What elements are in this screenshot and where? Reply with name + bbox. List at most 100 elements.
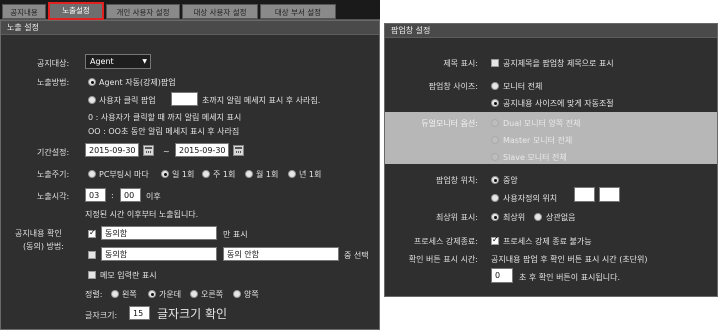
process-kill-checkbox[interactable] [491, 235, 499, 245]
process-kill-option: 프로세스 강제 종료 불가능 [503, 237, 592, 246]
cycle-yearly-radio[interactable] [288, 170, 296, 178]
align-justify-radio[interactable] [233, 290, 241, 298]
calendar-icon[interactable] [143, 145, 154, 156]
choose-one-label: 중 선택 [344, 251, 369, 260]
dual-monitor-label: 듀얼모니터 옵션: [421, 119, 478, 128]
hour-input[interactable]: 03 [85, 188, 106, 202]
align-left-label: 왼쪽 [122, 290, 137, 299]
align-right-label: 오른쪽 [201, 290, 224, 299]
position-y-input[interactable] [599, 187, 620, 202]
tab-bar: 공지내용 노출설정 개인 사용자 설정 대상 사용자 설정 대상 부서 설정 [0, 0, 380, 20]
cycle-boot-label: PC부팅시 마다 [99, 170, 149, 179]
panel-title: 노출 설정 [1, 21, 379, 35]
cycle-daily-radio[interactable] [161, 170, 169, 178]
align-justify-label: 양쪽 [244, 290, 259, 299]
agree-choose-checkbox[interactable] [88, 251, 96, 259]
start-date-input[interactable]: 2015-09-30 [85, 143, 139, 157]
cycle-daily-label: 일 1회 [172, 170, 195, 179]
fontsize-label: 글자크기: [85, 311, 118, 320]
end-date-input[interactable]: 2015-09-30 [175, 143, 229, 157]
exposure-settings-panel: 노출 설정 공지대상: Agent ▼ 노출방법: Agent 자동(강제)팝업… [0, 20, 380, 330]
tab-target-user-settings[interactable]: 대상 사용자 설정 [182, 4, 258, 19]
cycle-weekly-radio[interactable] [202, 170, 210, 178]
method-user-radio[interactable] [88, 96, 96, 104]
cycle-label: 노출주기: [37, 170, 70, 179]
agree-text-input[interactable]: 동의함 [101, 226, 217, 240]
memo-checkbox[interactable] [88, 271, 96, 279]
align-label: 정렬: [85, 290, 103, 299]
position-center-label: 중앙 [503, 176, 518, 185]
note-zero: 0 : 사용자가 클릭할 때 까지 알림 메세지 표시 [88, 113, 242, 122]
tab-target-department-settings[interactable]: 대상 부서 설정 [260, 4, 336, 19]
topmost-label: 최상위 표시: [435, 213, 478, 222]
process-kill-label: 프로세스 강제종료: [413, 237, 478, 246]
align-center-label: 가운데 [159, 290, 182, 299]
target-label: 공지대상: [37, 59, 70, 68]
method-label: 노출방법: [37, 78, 70, 87]
method-user-suffix: 초까지 알림 메세지 표시 후 사라짐. [202, 96, 321, 105]
time-note: 지정된 시간 이후부터 노출됩니다. [85, 210, 199, 219]
note-seconds: OO : OO초 동안 알림 메세지 표시 후 사라짐 [88, 127, 240, 136]
dual-both-radio[interactable] [491, 119, 499, 127]
dual-master-radio[interactable] [491, 136, 499, 144]
size-auto-radio[interactable] [491, 99, 499, 107]
tab-notice-content[interactable]: 공지내용 [2, 4, 46, 19]
confirm-time-suffix: 초 후 확인 버튼이 표시됩니다. [519, 273, 621, 282]
popup-position-label: 팝업창 위치: [435, 176, 478, 185]
period-label: 기간설정: [37, 148, 70, 157]
calendar-icon[interactable] [233, 145, 244, 156]
time-colon: : [111, 191, 114, 200]
topmost-any-label: 상관없음 [546, 213, 576, 222]
date-separator: ~ [163, 147, 170, 156]
method-agent-radio[interactable] [88, 78, 96, 86]
topmost-on-label: 최상위 [503, 213, 526, 222]
fontsize-input[interactable]: 15 [129, 306, 150, 320]
position-custom-radio[interactable] [491, 194, 499, 202]
agree-text-input-2[interactable]: 동의함 [101, 247, 217, 261]
size-fullscreen-radio[interactable] [491, 82, 499, 90]
confirm-time-label: 확인 버튼 표시 시간: [408, 255, 478, 264]
align-right-radio[interactable] [190, 290, 198, 298]
cycle-monthly-label: 월 1회 [256, 170, 279, 179]
confirm-label-line1: 공지내용 확인 [15, 229, 62, 238]
only-show-label: 만 표시 [223, 230, 248, 239]
time-after: 이후 [146, 192, 161, 201]
confirm-label-line2: (동의) 방법: [23, 242, 64, 251]
position-x-input[interactable] [574, 187, 595, 202]
topmost-on-radio[interactable] [491, 213, 499, 221]
tab-individual-user-settings[interactable]: 개인 사용자 설정 [106, 4, 180, 19]
minute-input[interactable]: 00 [120, 188, 141, 202]
target-select[interactable]: Agent ▼ [85, 54, 151, 69]
disagree-text-input[interactable]: 동의 안함 [223, 247, 339, 261]
title-display-checkbox[interactable] [491, 59, 499, 67]
tab-exposure-settings[interactable]: 노출설정 [48, 2, 104, 20]
cycle-monthly-radio[interactable] [245, 170, 253, 178]
title-display-option: 공지제목을 팝업창 제목으로 표시 [503, 59, 614, 68]
method-agent-label: Agent 자동(강제)팝업 [99, 78, 176, 87]
time-label: 노출시각: [37, 192, 70, 201]
align-center-radio[interactable] [148, 290, 156, 298]
chevron-down-icon: ▼ [142, 58, 147, 65]
confirm-seconds-input[interactable]: 0 [491, 268, 513, 283]
size-auto-label: 공지내용 사이즈에 맞게 자동조절 [503, 99, 614, 108]
cycle-yearly-label: 년 1회 [299, 170, 322, 179]
popup-settings-panel: 팝업창 설정 제목 표시: 공지제목을 팝업창 제목으로 표시 팝업창 사이즈:… [384, 23, 718, 297]
dual-both-label: Dual 모니터 양쪽 전체 [503, 119, 581, 128]
fontsize-preview: 글자크기 확인 [157, 307, 228, 321]
popup-size-label: 팝업창 사이즈: [428, 82, 478, 91]
agree-only-checkbox[interactable] [88, 228, 96, 238]
alert-seconds-input[interactable] [171, 92, 198, 106]
memo-label: 메모 입력란 표시 [100, 271, 157, 280]
topmost-any-radio[interactable] [534, 213, 542, 221]
cycle-boot-radio[interactable] [88, 170, 96, 178]
title-display-label: 제목 표시: [443, 59, 478, 68]
position-center-radio[interactable] [491, 176, 499, 184]
align-left-radio[interactable] [111, 290, 119, 298]
cycle-weekly-label: 주 1회 [213, 170, 236, 179]
panel-title: 팝업창 설정 [385, 24, 717, 38]
confirm-time-desc: 공지내용 팝업 후 확인 버튼 표시 시간 (초단위) [491, 255, 648, 264]
position-custom-label: 사용자정의 위치 [503, 194, 558, 203]
method-user-label: 사용자 클릭 팝업 [99, 96, 156, 105]
dual-master-label: Master 모니터 전체 [503, 136, 573, 145]
dual-slave-radio[interactable] [491, 153, 499, 161]
